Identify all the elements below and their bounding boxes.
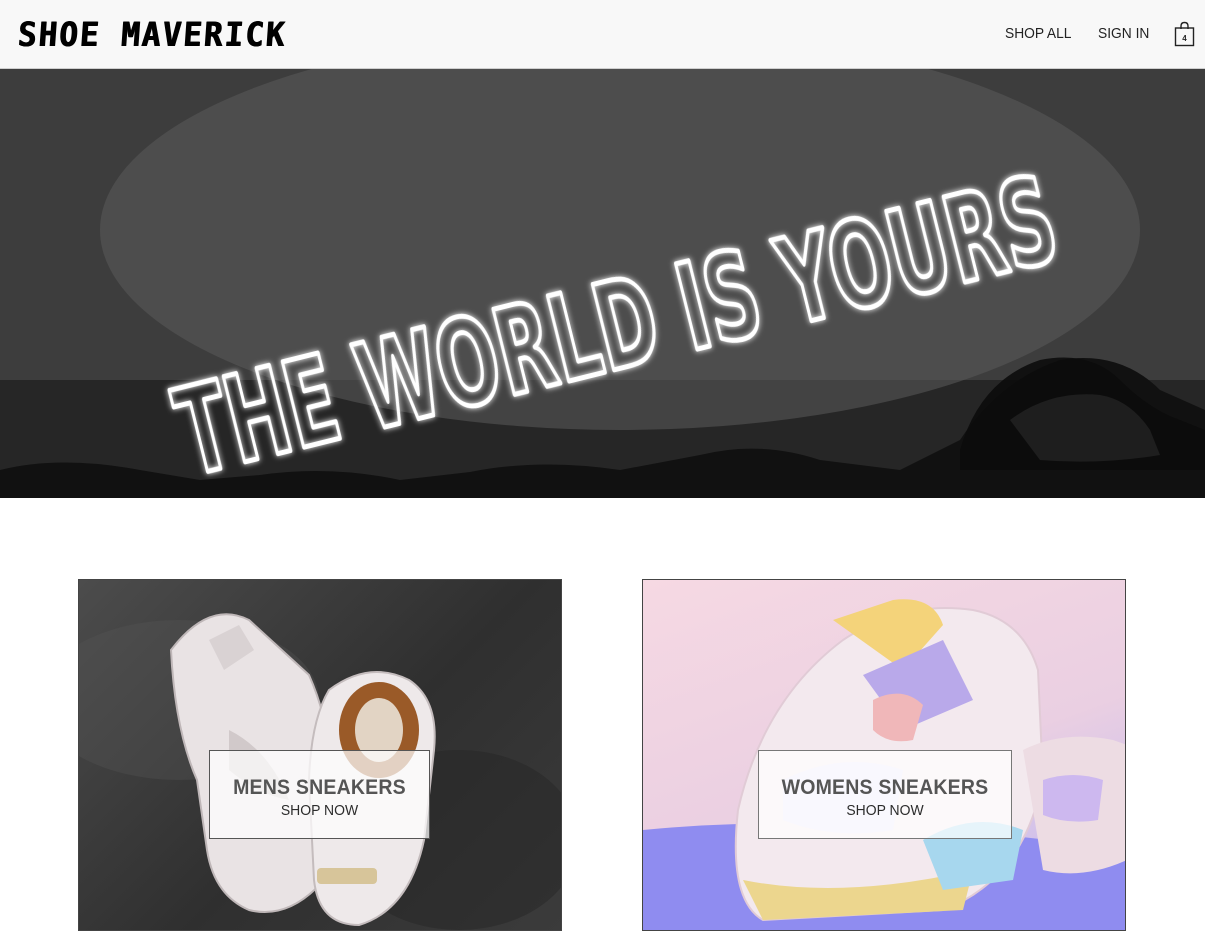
site-logo[interactable]: SHOE MAVERICK [17, 16, 288, 55]
mens-shop-now-link[interactable]: SHOP NOW [218, 802, 422, 819]
hero-image: THE WORLD IS YOURS [0, 0, 1205, 498]
womens-sneakers-title: WOMENS SNEAKERS [781, 776, 989, 799]
category-card-mens[interactable]: MENS SNEAKERS SHOP NOW [78, 579, 562, 931]
hero-banner: THE WORLD IS YOURS [0, 0, 1205, 498]
mens-overlay[interactable]: MENS SNEAKERS SHOP NOW [209, 750, 430, 839]
womens-shop-now-link[interactable]: SHOP NOW [768, 802, 1002, 819]
cart-count-badge: 4 [1182, 34, 1187, 43]
cart-button[interactable]: 4 [1174, 21, 1195, 47]
womens-overlay[interactable]: WOMENS SNEAKERS SHOP NOW [758, 750, 1012, 839]
category-card-womens[interactable]: WOMENS SNEAKERS SHOP NOW [642, 579, 1126, 931]
mens-sneakers-title: MENS SNEAKERS [233, 776, 406, 799]
nav-sign-in-link[interactable]: SIGN IN [1098, 25, 1149, 42]
site-header: SHOE MAVERICK SHOP ALL SIGN IN 4 [0, 0, 1205, 69]
nav-shop-all-link[interactable]: SHOP ALL [1005, 25, 1071, 42]
